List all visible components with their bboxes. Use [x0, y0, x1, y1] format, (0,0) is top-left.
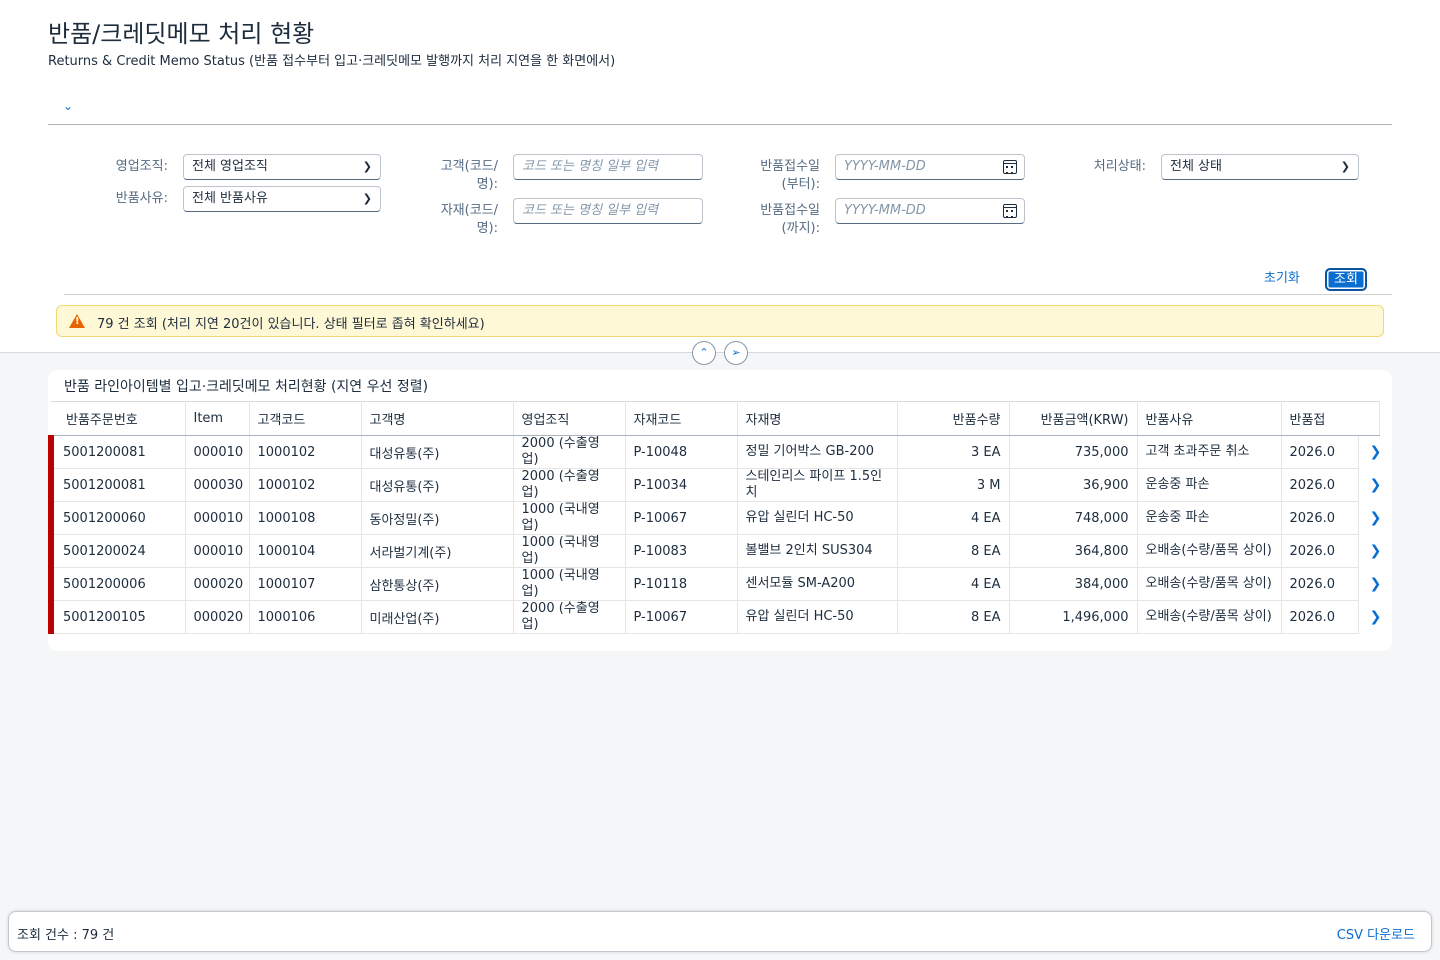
- pin-icon[interactable]: ➢: [724, 341, 748, 365]
- column-header-return-date[interactable]: 반품접: [1281, 401, 1380, 436]
- result-count: 조회 건수 : 79 건: [17, 928, 115, 943]
- column-header-customer-code[interactable]: 고객코드: [249, 401, 362, 436]
- column-header-return-order[interactable]: 반품주문번호: [51, 401, 186, 436]
- customer-input[interactable]: 코드 또는 명칭 일부 입력: [513, 154, 703, 180]
- reset-button[interactable]: 초기화: [1258, 268, 1306, 290]
- table-scroll-area[interactable]: 반품주문번호 Item 고객코드 고객명 영업조직 자재코드 자재명 반품수량 …: [48, 401, 1392, 635]
- table-title: 반품 라인아이템별 입고·크레딧메모 처리현황 (지연 우선 정렬): [64, 379, 429, 395]
- status-value: 전체 상태: [1170, 159, 1222, 174]
- table-row[interactable]: 5001200081 000030 1000102 대성유통(주) 2000 (…: [48, 468, 1380, 502]
- table-row[interactable]: 5001200060 000010 1000108 동아정밀(주) 1000 (…: [48, 501, 1380, 535]
- column-header-customer-name[interactable]: 고객명: [361, 401, 514, 436]
- material-label: 자재(코드/ 명):: [440, 203, 498, 236]
- chevron-up-icon[interactable]: ⌃: [692, 341, 716, 365]
- column-header-item[interactable]: Item: [185, 401, 250, 436]
- calendar-icon[interactable]: [1003, 204, 1017, 218]
- chevron-right-icon[interactable]: ❯: [1358, 436, 1392, 469]
- date-from-input[interactable]: YYYY-MM-DD: [835, 154, 1025, 180]
- sales-org-label: 영업조직:: [115, 159, 168, 174]
- csv-download-button[interactable]: CSV 다운로드: [1337, 924, 1415, 943]
- date-to-input[interactable]: YYYY-MM-DD: [835, 198, 1025, 224]
- page-subtitle: Returns & Credit Memo Status (반품 접수부터 입고…: [48, 54, 616, 69]
- chevron-down-icon: ❯: [362, 160, 372, 173]
- chevron-right-icon[interactable]: ❯: [1358, 535, 1392, 568]
- chevron-down-icon: ❯: [362, 192, 372, 205]
- header-panel: 반품/크레딧메모 처리 현황 Returns & Credit Memo Sta…: [0, 0, 1440, 353]
- header-divider: [48, 124, 1392, 125]
- sales-org-value: 전체 영업조직: [192, 159, 268, 174]
- date-from-label: 반품접수일 (부터):: [760, 159, 820, 192]
- column-header-sales-org[interactable]: 영업조직: [513, 401, 626, 436]
- chevron-right-icon[interactable]: ❯: [1358, 568, 1392, 601]
- table-row[interactable]: 5001200105 000020 1000106 미래산업(주) 2000 (…: [48, 600, 1380, 634]
- chevron-right-icon[interactable]: ❯: [1358, 502, 1392, 535]
- warning-icon: [69, 314, 85, 328]
- column-header-return-qty[interactable]: 반품수량: [897, 401, 1010, 436]
- return-reason-select[interactable]: 전체 반품사유 ❯: [183, 186, 381, 212]
- warning-message-text: 79 건 조회 (처리 지연 20건이 있습니다. 상태 필터로 좁혀 확인하세…: [97, 317, 485, 332]
- chevron-down-icon: ❯: [1340, 160, 1350, 173]
- page-title: 반품/크레딧메모 처리 현황: [48, 20, 315, 48]
- warning-message-strip: 79 건 조회 (처리 지연 20건이 있습니다. 상태 필터로 좁혀 확인하세…: [56, 305, 1384, 337]
- footer-toolbar: 조회 건수 : 79 건 CSV 다운로드: [8, 911, 1432, 952]
- customer-label: 고객(코드/ 명):: [440, 159, 498, 192]
- column-header-material-code[interactable]: 자재코드: [625, 401, 738, 436]
- returns-table: 반품주문번호 Item 고객코드 고객명 영업조직 자재코드 자재명 반품수량 …: [48, 401, 1380, 634]
- return-reason-value: 전체 반품사유: [192, 191, 268, 206]
- table-row[interactable]: 5001200081 000010 1000102 대성유통(주) 2000 (…: [48, 435, 1380, 469]
- sales-org-select[interactable]: 전체 영업조직 ❯: [183, 154, 381, 180]
- table-header-row: 반품주문번호 Item 고객코드 고객명 영업조직 자재코드 자재명 반품수량 …: [51, 401, 1380, 436]
- material-input[interactable]: 코드 또는 명칭 일부 입력: [513, 198, 703, 224]
- status-select[interactable]: 전체 상태 ❯: [1161, 154, 1359, 180]
- chevron-right-icon[interactable]: ❯: [1358, 601, 1392, 634]
- column-header-return-amount[interactable]: 반품금액(KRW): [1009, 401, 1138, 436]
- table-row[interactable]: 5001200024 000010 1000104 서라벌기계(주) 1000 …: [48, 534, 1380, 568]
- return-reason-label: 반품사유:: [115, 191, 168, 206]
- status-label: 처리상태:: [1093, 159, 1146, 174]
- calendar-icon[interactable]: [1003, 160, 1017, 174]
- column-header-material-name[interactable]: 자재명: [737, 401, 898, 436]
- filter-divider: [64, 294, 1392, 295]
- date-to-label: 반품접수일 (까지):: [760, 203, 820, 236]
- search-button[interactable]: 조회: [1325, 268, 1367, 291]
- table-row[interactable]: 5001200006 000020 1000107 삼한통상(주) 1000 (…: [48, 567, 1380, 601]
- chevron-right-icon[interactable]: ❯: [1358, 469, 1392, 502]
- returns-table-card: 반품 라인아이템별 입고·크레딧메모 처리현황 (지연 우선 정렬) 반품주문번…: [48, 370, 1392, 651]
- column-header-return-reason[interactable]: 반품사유: [1137, 401, 1282, 436]
- chevron-down-icon[interactable]: ⌄: [60, 98, 76, 114]
